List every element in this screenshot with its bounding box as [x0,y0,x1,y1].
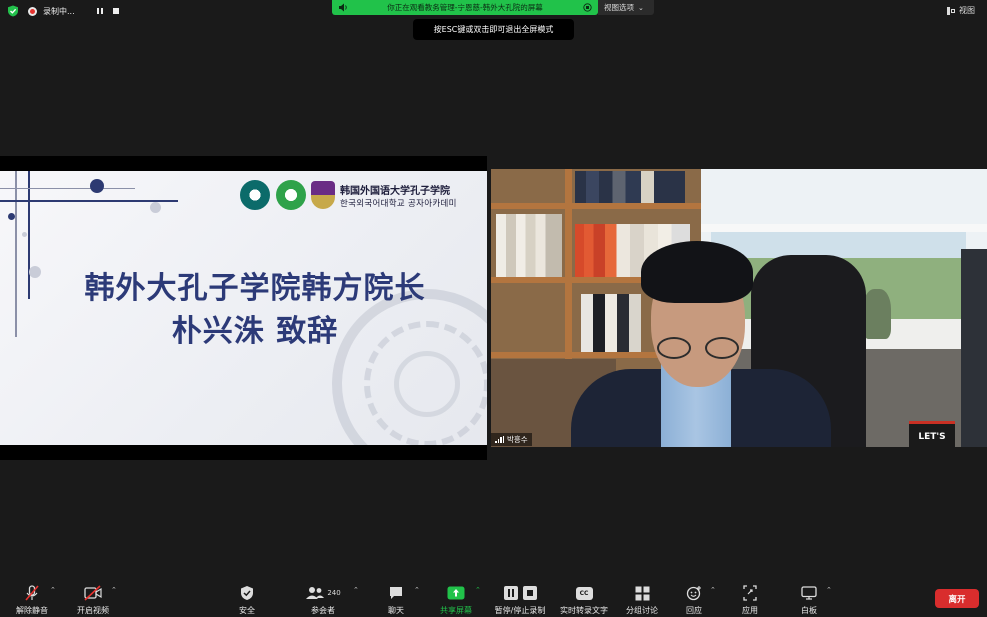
speaker-icon[interactable] [338,3,348,12]
recording-controls-button[interactable]: 暂停/停止录制 [491,579,549,617]
closed-caption-icon: CC [575,586,593,600]
shield-icon [241,586,253,600]
chat-button[interactable]: 聊天 [380,579,412,617]
breakout-rooms-button[interactable]: 分组讨论 [622,579,662,617]
smiley-plus-icon [686,586,701,601]
participants-count: 240 [327,589,341,597]
leave-button[interactable]: 离开 [935,589,979,608]
video-off-icon [84,585,102,601]
slide-deco-line [0,188,135,189]
reactions-label: 回应 [686,606,702,615]
reactions-chevron-icon[interactable]: ⌃ [710,586,716,594]
university-crest-logo [311,181,335,209]
org-name-cn: 韩国外国语大学孔子学院 [340,186,450,197]
slide-subtitle: 朴兴洙 致辞 [171,314,339,349]
share-banner-text: 你正在观看教务管理-宁恩慈-韩外大孔院的屏幕 [387,3,543,12]
recording-indicator[interactable]: 录制中... [28,4,121,18]
participants-button[interactable]: 240 参会者 [303,579,343,617]
participant-video[interactable]: LET'S [491,169,987,447]
record-dot-icon [28,6,37,16]
slide-deco-dot [22,232,27,237]
chat-icon [390,587,402,599]
whiteboard-icon [801,586,817,600]
signal-strength-icon [495,436,504,443]
whiteboard-label: 白板 [801,606,817,615]
pause-recording-icon[interactable] [95,6,105,16]
unmute-label: 解除静音 [16,606,48,615]
slide-deco-line [15,171,17,337]
microphone-muted-icon [25,585,39,601]
video-vase [863,289,891,339]
share-options-chevron-icon[interactable]: ⌃ [475,586,481,594]
stop-recording-icon[interactable] [111,6,121,16]
video-bag: LET'S [909,421,955,447]
audio-options-chevron-icon[interactable]: ⌃ [50,586,56,594]
shield-check-icon [8,5,18,17]
unmute-button[interactable]: 解除静音 [12,579,52,617]
chat-label: 聊天 [388,606,404,615]
bag-text: LET'S [918,432,946,442]
breakout-rooms-label: 分组讨论 [626,606,658,615]
pause-icon [503,586,518,600]
org-name-kr: 한국외국어대학교 공자아카데미 [340,199,457,209]
slide-deco-dot [90,179,104,193]
esc-tooltip: 按ESC键或双击即可退出全屏模式 [413,19,574,40]
share-screen-icon [447,586,465,600]
video-glasses-left [657,337,691,359]
whiteboard-chevron-icon[interactable]: ⌃ [826,586,832,594]
share-banner: 你正在观看教务管理-宁恩慈-韩外大孔院的屏幕 [332,0,598,15]
stop-share-icon[interactable] [583,3,592,12]
stop-icon [522,586,537,600]
start-video-button[interactable]: 开启视频 [73,579,113,617]
confucius-institute-logo [276,180,306,210]
security-label: 安全 [239,606,255,615]
chevron-down-icon: ⌄ [638,3,644,12]
slide-deco-line [0,200,178,202]
video-right-shelf [961,249,987,447]
leave-label: 离开 [948,594,966,605]
recording-controls-label: 暂停/停止录制 [494,606,546,615]
share-screen-label: 共享屏幕 [440,606,472,615]
participants-label: 参会者 [311,606,335,615]
live-transcript-label: 实时转录文字 [560,606,608,615]
slide-mandala-pattern [332,289,487,445]
whiteboard-button[interactable]: 白板 [795,579,823,617]
hufs-logo [240,180,270,210]
recording-label: 录制中... [43,6,75,16]
slide-deco-dot [150,202,161,213]
participants-chevron-icon[interactable]: ⌃ [353,586,359,594]
view-button[interactable]: 视图 [947,5,975,16]
chat-chevron-icon[interactable]: ⌃ [414,586,420,594]
view-button-label: 视图 [959,6,975,15]
video-person-hair [641,241,753,303]
view-options-label: 视图选项 [604,3,634,12]
view-options-button[interactable]: 视图选项 ⌄ [598,0,654,15]
security-button[interactable]: 安全 [232,579,262,617]
meeting-toolbar: 解除静音 ⌃ 开启视频 ⌃ 安全 240 参会者 ⌃ 聊天 ⌃ 共享屏幕 ⌃ 暂… [0,579,987,617]
apps-icon [743,585,757,601]
slide-deco-dot [8,213,15,220]
apps-button[interactable]: 应用 [736,579,764,617]
participant-name-tag: 박흥수 [491,433,532,446]
presentation-slide: 韩国外国语大学孔子学院 한국외국어대학교 공자아카데미 韩外大孔子学院韩方院长 … [0,171,487,445]
esc-tooltip-text: 按ESC键或双击即可退出全屏模式 [433,25,554,34]
participant-name: 박흥수 [507,435,528,444]
live-transcript-button[interactable]: CC 实时转录文字 [558,579,610,617]
video-glasses-right [705,337,739,359]
view-layout-icon [947,6,955,15]
participants-icon [306,587,325,599]
reactions-button[interactable]: 回应 [680,579,708,617]
video-options-chevron-icon[interactable]: ⌃ [111,586,117,594]
breakout-rooms-icon [635,586,649,600]
share-screen-button[interactable]: 共享屏幕 [436,579,476,617]
start-video-label: 开启视频 [77,606,109,615]
apps-label: 应用 [742,606,758,615]
slide-title: 韩外大孔子学院韩方院长 [84,271,426,306]
